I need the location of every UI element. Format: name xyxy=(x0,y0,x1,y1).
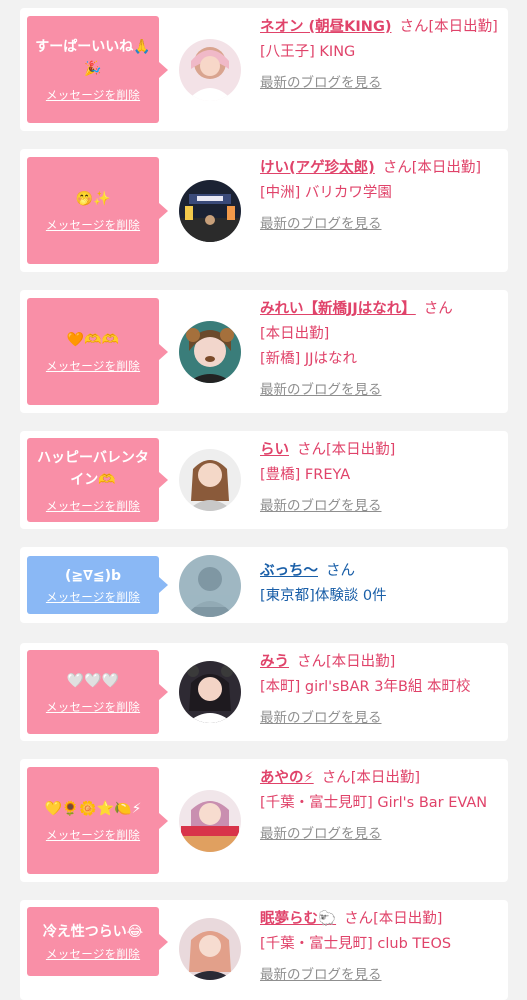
message-list: すーぱーいいね🙏 🎉 メッセージを削除 ネオン (朝昼KING) さん[本日出勤]… xyxy=(0,0,527,1000)
avatar[interactable] xyxy=(179,790,241,852)
message-text: 🤭✨ xyxy=(75,191,111,207)
blog-link[interactable]: 最新のブログを見る xyxy=(260,212,504,237)
delete-message-link[interactable]: メッセージを削除 xyxy=(46,827,140,843)
list-item: 冷え性つらい😂 メッセージを削除 眠夢らむ🐑 さん[本日出勤] [千葉・富士見町]… xyxy=(20,900,508,1000)
blog-link[interactable]: 最新のブログを見る xyxy=(260,822,504,847)
shop-text: [八王子] KING xyxy=(260,44,356,60)
status-text: [本日出勤] xyxy=(326,654,396,670)
sender-info: ネオン (朝昼KING) さん[本日出勤] [八王子] KING 最新のブログを見… xyxy=(260,15,504,96)
shop-text: [新橋] JJはなれ xyxy=(260,351,357,367)
avatar[interactable] xyxy=(179,555,241,617)
message-bubble: 🤍🤍🤍 メッセージを削除 xyxy=(27,650,168,734)
shop-text: [中洲] バリカワ学園 xyxy=(260,185,392,201)
sender-info: けい(アゲ珍太郎) さん[本日出勤] [中洲] バリカワ学園 最新のブログを見る xyxy=(260,156,504,237)
san-suffix: さん xyxy=(382,160,412,176)
blog-link[interactable]: 最新のブログを見る xyxy=(260,494,504,519)
avatar[interactable] xyxy=(179,180,241,242)
delete-message-link[interactable]: メッセージを削除 xyxy=(46,498,140,514)
status-text: [本日出勤] xyxy=(373,911,443,927)
san-suffix: さん xyxy=(297,442,326,458)
sender-name-link[interactable]: らい xyxy=(260,442,289,458)
avatar[interactable] xyxy=(179,918,241,980)
list-item: 🧡🫶🫶 メッセージを削除 みれい【新橋JJはなれ】 さん [本日出勤] [新橋] J… xyxy=(20,290,508,413)
message-text: 🤍🤍🤍 xyxy=(66,672,120,689)
delete-message-link[interactable]: メッセージを削除 xyxy=(46,589,140,605)
shop-text: [千葉・富士見町] club TEOS xyxy=(260,936,452,952)
shop-text: [豊橋] FREYA xyxy=(260,467,351,483)
list-item: (≧∇≦)b メッセージを削除 ぶっち〜 さん [東京都]体験談 0件 xyxy=(20,547,508,623)
delete-message-link[interactable]: メッセージを削除 xyxy=(46,87,140,103)
status-text: [本日出勤] xyxy=(350,770,421,786)
message-bubble: 冷え性つらい😂 メッセージを削除 xyxy=(27,907,168,976)
sender-info: 眠夢らむ🐑 さん[本日出勤] [千葉・富士見町] club TEOS 最新のブログ… xyxy=(260,907,504,988)
san-suffix: さん xyxy=(344,911,374,927)
blog-link[interactable]: 最新のブログを見る xyxy=(260,378,504,403)
status-text: [本日出勤] xyxy=(326,442,396,458)
message-bubble: 💛🌻🌼⭐🍋⚡ メッセージを削除 xyxy=(27,767,168,874)
sender-name-link[interactable]: ぶっち〜 xyxy=(260,563,318,579)
list-item: ハッピーバレンタ イン🫶 メッセージを削除 らい さん[本日出勤] [豊橋] FR… xyxy=(20,431,508,529)
message-text: (≧∇≦)b xyxy=(64,568,122,584)
message-bubble: 🧡🫶🫶 メッセージを削除 xyxy=(27,298,168,405)
san-suffix: さん xyxy=(423,301,453,317)
message-text: 🧡🫶🫶 xyxy=(66,332,120,348)
sender-name-link[interactable]: 眠夢らむ🐑 xyxy=(260,911,336,927)
avatar[interactable] xyxy=(179,321,241,383)
avatar[interactable] xyxy=(179,449,241,511)
avatar[interactable] xyxy=(179,39,241,101)
status-text: [本日出勤] xyxy=(260,326,330,342)
sender-name-link[interactable]: みう xyxy=(260,654,289,670)
message-text: すーぱーいいね🙏 🎉 xyxy=(35,39,151,77)
message-bubble: すーぱーいいね🙏 🎉 メッセージを削除 xyxy=(27,16,168,123)
sender-name-link[interactable]: あやの⚡ xyxy=(260,770,314,786)
list-item: すーぱーいいね🙏 🎉 メッセージを削除 ネオン (朝昼KING) さん[本日出勤]… xyxy=(20,8,508,131)
status-text: [本日出勤] xyxy=(411,160,482,176)
shop-text: [東京都]体験談 0件 xyxy=(260,588,387,604)
status-text: [本日出勤] xyxy=(428,19,498,35)
san-suffix: さん xyxy=(321,770,351,786)
sender-info: あやの⚡ さん[本日出勤] [千葉・富士見町] Girl's Bar EVAN 最… xyxy=(260,766,504,847)
list-item: 💛🌻🌼⭐🍋⚡ メッセージを削除 あやの⚡ さん[本日出勤] [千葉・富士見町] G… xyxy=(20,759,508,882)
delete-message-link[interactable]: メッセージを削除 xyxy=(46,946,140,962)
delete-message-link[interactable]: メッセージを削除 xyxy=(46,699,140,715)
blog-link[interactable]: 最新のブログを見る xyxy=(260,71,504,96)
sender-name-link[interactable]: みれい【新橋JJはなれ】 xyxy=(260,301,416,317)
message-text: ハッピーバレンタ イン🫶 xyxy=(37,449,149,488)
message-text: 冷え性つらい😂 xyxy=(42,924,144,940)
delete-message-link[interactable]: メッセージを削除 xyxy=(46,358,140,374)
shop-text: [本町] girl'sBAR 3年B組 本町校 xyxy=(260,679,471,695)
sender-name-link[interactable]: けい(アゲ珍太郎) xyxy=(260,160,375,176)
sender-info: みう さん[本日出勤] [本町] girl'sBAR 3年B組 本町校 最新のブロ… xyxy=(260,650,504,731)
sender-name-link[interactable]: ネオン (朝昼KING) xyxy=(260,19,391,35)
message-text: 💛🌻🌼⭐🍋⚡ xyxy=(44,801,142,817)
message-bubble: 🤭✨ メッセージを削除 xyxy=(27,157,168,264)
san-suffix: さん xyxy=(399,19,429,35)
message-bubble: ハッピーバレンタ イン🫶 メッセージを削除 xyxy=(27,438,168,522)
sender-info: みれい【新橋JJはなれ】 さん [本日出勤] [新橋] JJはなれ 最新のブログを見… xyxy=(260,297,504,403)
blog-link[interactable]: 最新のブログを見る xyxy=(260,706,504,731)
sender-info: ぶっち〜 さん [東京都]体験談 0件 xyxy=(260,559,504,609)
list-item: 🤭✨ メッセージを削除 けい(アゲ珍太郎) さん[本日出勤] [中洲] バリカワ学… xyxy=(20,149,508,272)
delete-message-link[interactable]: メッセージを削除 xyxy=(46,217,140,233)
san-suffix: さん xyxy=(297,654,326,670)
shop-text: [千葉・富士見町] Girl's Bar EVAN xyxy=(260,795,488,811)
list-item: 🤍🤍🤍 メッセージを削除 みう さん[本日出勤] [本町] girl'sBAR 3… xyxy=(20,643,508,741)
message-bubble: (≧∇≦)b メッセージを削除 xyxy=(27,556,168,614)
blog-link[interactable]: 最新のブログを見る xyxy=(260,963,504,988)
avatar[interactable] xyxy=(179,661,241,723)
sender-info: らい さん[本日出勤] [豊橋] FREYA 最新のブログを見る xyxy=(260,438,504,519)
san-suffix: さん xyxy=(326,563,355,579)
